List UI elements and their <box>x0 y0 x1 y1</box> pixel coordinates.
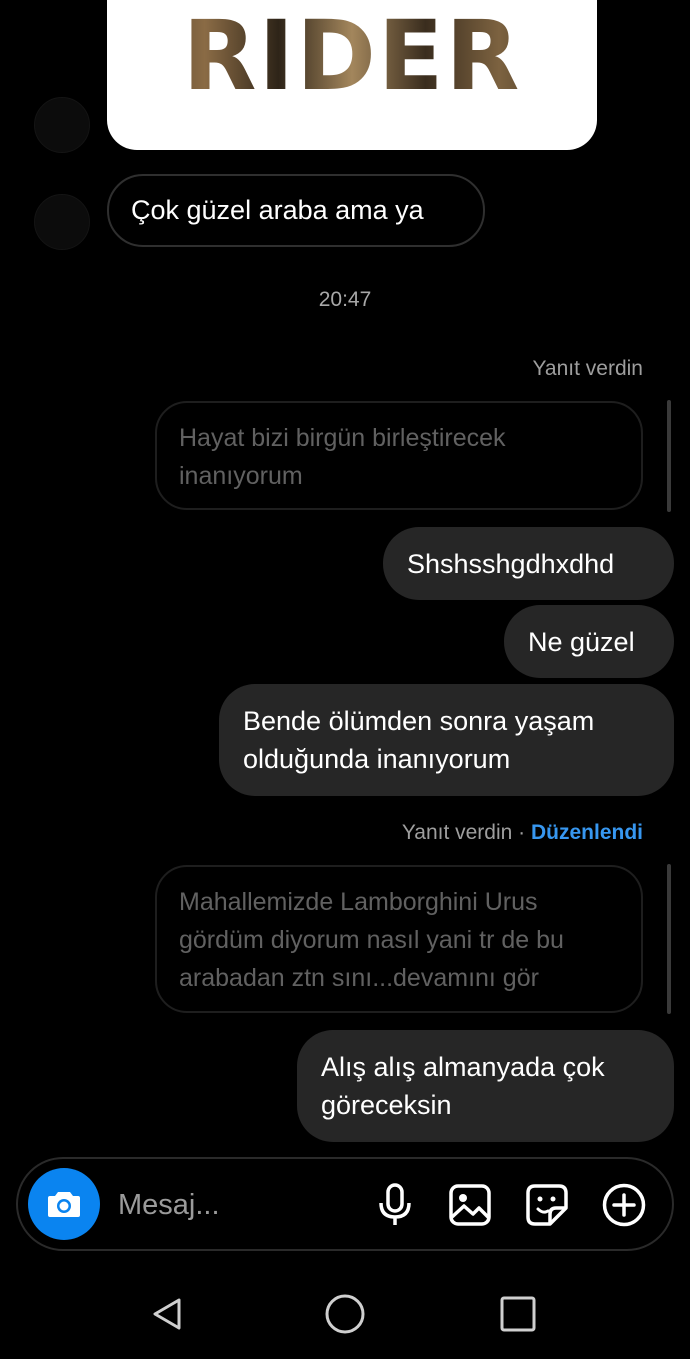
shared-image-card[interactable]: DUNE RIDER <box>107 0 597 150</box>
outgoing-message-text: Ne güzel <box>528 626 635 657</box>
recents-icon <box>500 1296 536 1332</box>
sender-avatar[interactable] <box>34 97 90 153</box>
reply-indicator-bar <box>667 400 671 512</box>
edited-label: Düzenlendi <box>530 821 643 844</box>
message-timestamp: 20:47 <box>318 288 372 311</box>
reply-meta: Yanıt verdin <box>532 357 643 380</box>
microphone-icon <box>379 1183 411 1225</box>
outgoing-message-text: Shshsshgdhxdhd <box>407 548 615 579</box>
camera-icon <box>48 1192 80 1217</box>
outgoing-message-bubble[interactable]: Shshsshgdhxdhd <box>383 527 674 600</box>
message-input[interactable] <box>116 1179 360 1231</box>
gallery-button[interactable] <box>448 1183 492 1227</box>
sticker-button[interactable] <box>525 1183 569 1227</box>
nav-recents-button[interactable] <box>496 1292 540 1336</box>
outgoing-message-bubble[interactable]: Ne güzel <box>504 605 674 678</box>
plus-icon <box>602 1183 646 1227</box>
nav-back-button[interactable] <box>145 1292 189 1336</box>
more-button[interactable] <box>602 1183 646 1227</box>
incoming-message-bubble[interactable]: Çok güzel araba ama ya <box>107 174 485 247</box>
home-icon <box>325 1294 365 1334</box>
quoted-reply[interactable]: Mahallemizde Lamborghini Urus gördüm diy… <box>155 865 643 1013</box>
system-navigation-bar <box>0 1260 690 1359</box>
gallery-icon <box>449 1184 491 1226</box>
message-composer <box>16 1157 674 1251</box>
reply-meta: Yanıt verdin · Düzenlendi <box>402 821 643 845</box>
quoted-reply-text: Mahallemizde Lamborghini Urus gördüm diy… <box>179 888 564 992</box>
outgoing-message-bubble[interactable]: Bende ölümden sonra yaşam olduğunda inan… <box>219 684 674 796</box>
microphone-button[interactable] <box>373 1183 417 1227</box>
camera-button[interactable] <box>28 1168 100 1240</box>
outgoing-message-bubble[interactable]: Alış alış almanyada çok göreceksin <box>297 1030 674 1142</box>
shared-image-title: RIDER <box>107 8 597 104</box>
quoted-reply-text: Hayat bizi birgün birleştirecek inanıyor… <box>179 424 506 490</box>
quoted-reply[interactable]: Hayat bizi birgün birleştirecek inanıyor… <box>155 401 643 510</box>
outgoing-message-text: Bende ölümden sonra yaşam olduğunda inan… <box>243 706 595 774</box>
incoming-message-text: Çok güzel araba ama ya <box>131 195 424 225</box>
outgoing-message-text: Alış alış almanyada çok göreceksin <box>321 1052 605 1120</box>
sender-avatar[interactable] <box>34 194 90 250</box>
back-icon <box>153 1298 181 1330</box>
reply-indicator-bar <box>667 864 671 1014</box>
sticker-icon <box>526 1184 568 1226</box>
nav-home-button[interactable] <box>323 1292 367 1336</box>
reply-meta-text: Yanıt verdin · <box>401 821 531 844</box>
